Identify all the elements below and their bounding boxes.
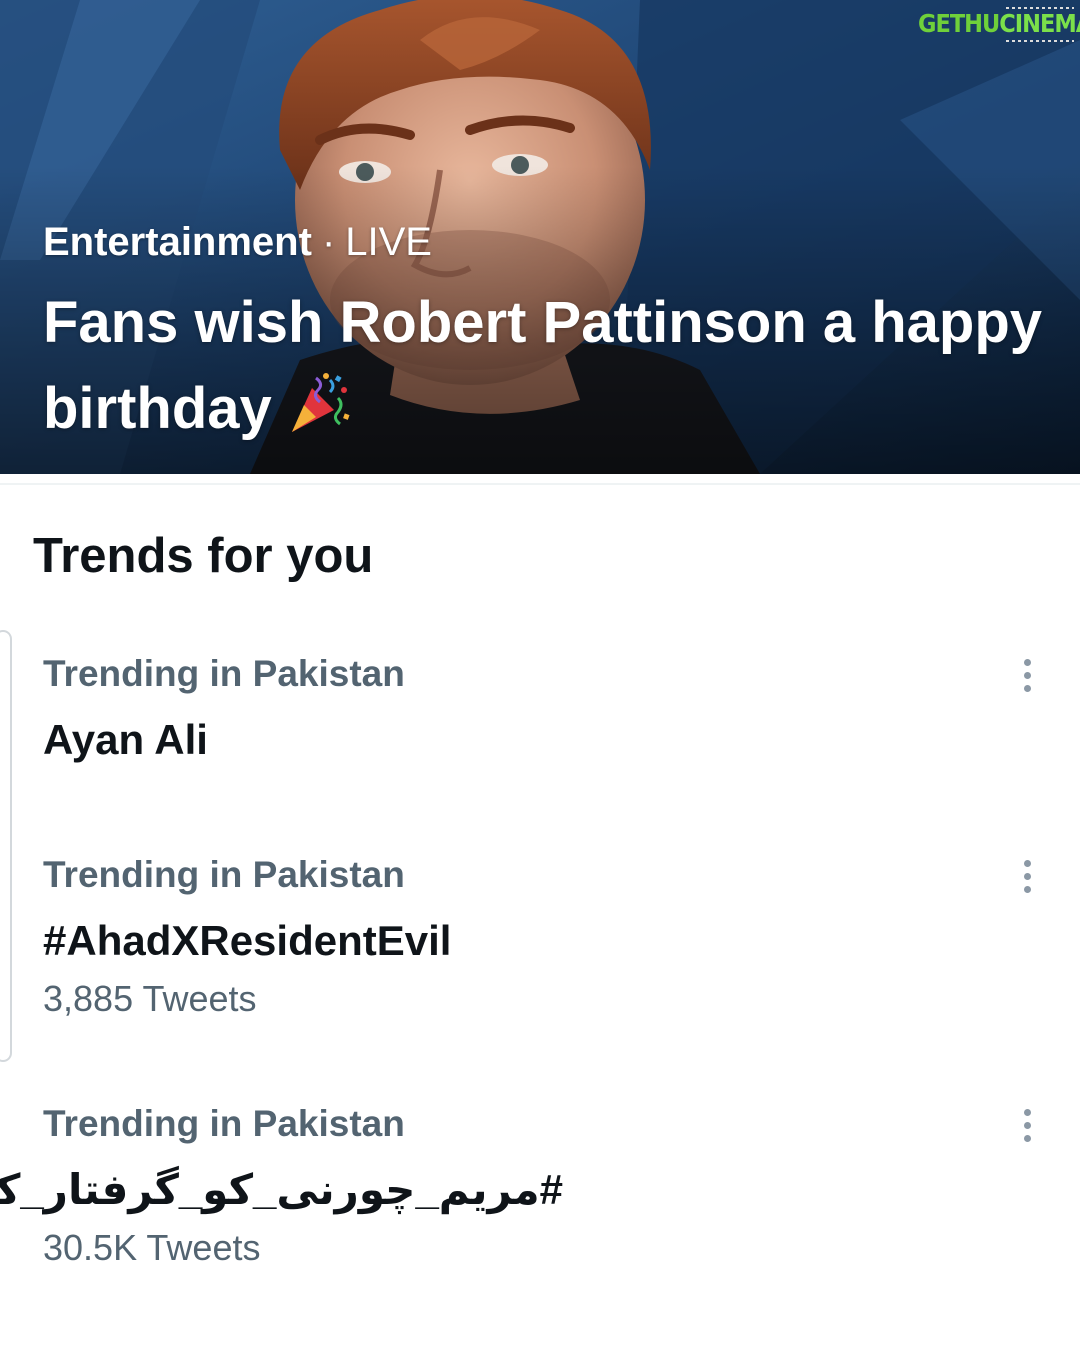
section-divider — [0, 483, 1080, 485]
trend-name[interactable]: Ayan Ali — [43, 714, 208, 766]
story-title-text: Fans wish Robert Pattinson a happy birth… — [43, 290, 1043, 441]
watermark-text: GETHUCINEMA — [918, 9, 1080, 38]
trend-item[interactable]: Trending in Pakistan Ayan Ali — [0, 652, 1080, 822]
story-meta: Entertainment · LIVE — [43, 218, 432, 266]
party-popper-icon — [286, 372, 350, 460]
more-options-icon-dot — [1023, 1121, 1031, 1129]
trend-context: Trending in Pakistan — [43, 1103, 405, 1144]
story-category: Entertainment — [43, 220, 312, 264]
more-options-icon-dot — [1023, 1134, 1031, 1142]
more-options-icon-dot — [1023, 671, 1031, 679]
more-options-icon-dot — [1023, 872, 1031, 880]
more-options-icon-dot — [1023, 684, 1031, 692]
trend-tweet-count: 3,885 Tweets — [43, 978, 257, 1019]
trend-context: Trending in Pakistan — [43, 854, 405, 895]
trend-name[interactable]: #AhadXResidentEvil — [43, 915, 451, 967]
story-headline[interactable]: Fans wish Robert Pattinson a happy birth… — [43, 280, 1043, 460]
trend-item[interactable]: Trending in Pakistan #مریم_چورنی_کو_گرفت… — [0, 1102, 1080, 1292]
more-options-button[interactable] — [1008, 1106, 1046, 1144]
more-options-button[interactable] — [1008, 656, 1046, 694]
more-options-button[interactable] — [1008, 857, 1046, 895]
trend-item[interactable]: Trending in Pakistan #AhadXResidentEvil … — [0, 853, 1080, 1043]
featured-story-card[interactable]: Entertainment · LIVE Fans wish Robert Patt… — [0, 0, 1080, 474]
live-label: LIVE — [345, 220, 432, 264]
trend-context: Trending in Pakistan — [43, 653, 405, 694]
meta-separator: · — [321, 220, 336, 264]
more-options-icon — [1023, 1108, 1031, 1116]
trends-heading: Trends for you — [33, 529, 374, 583]
gethucinema-watermark: GETHUCINEMA — [916, 6, 1080, 42]
trend-name[interactable]: #مریم_چورنی_کو_گرفتار_کرو — [0, 1164, 563, 1216]
trend-tweet-count: 30.5K Tweets — [43, 1227, 261, 1268]
explore-page: Entertainment · LIVE Fans wish Robert Patt… — [0, 0, 1080, 1350]
more-options-icon — [1023, 658, 1031, 666]
more-options-icon-dot — [1023, 885, 1031, 893]
more-options-icon — [1023, 859, 1031, 867]
